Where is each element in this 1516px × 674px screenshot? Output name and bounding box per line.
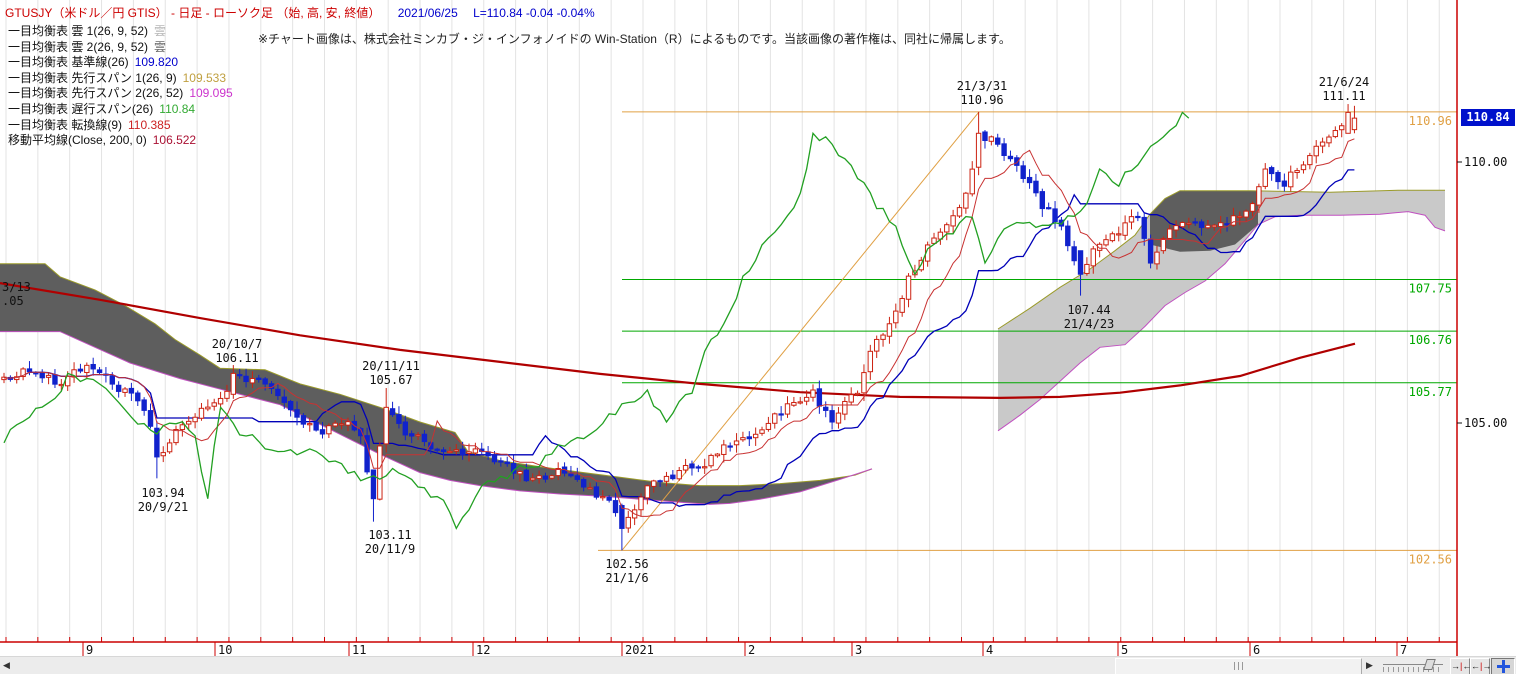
lagging-value: 110.84 [159,101,196,116]
orange-level-label: 102.56 [1409,552,1452,566]
ma200-value: 106.522 [152,133,197,148]
scrollbar-grip-icon [1233,662,1244,670]
expand-bars-button[interactable]: ←|→ [1470,658,1491,674]
y-axis-price-label: 105.00 [1464,416,1507,430]
legend-row-senkou1: 一目均衡表 先行スパン 1(26, 9) 109.533 [8,70,227,85]
chart-title: GTUSJY（米ドル／円 GTIS） - 日足 - ローソク足 （始, 高, 安… [5,6,381,20]
green-level-label: 105.77 [1409,385,1452,399]
last-quote: L=110.84 -0.04 -0.04% [473,6,595,20]
chart-annotation: 107.44 [1067,303,1110,317]
copyright-notice: ※チャート画像は、株式会社ミンカブ・ジ・インフォノイドの Win-Station… [258,32,1011,46]
chart-annotation: 21/1/6 [605,571,648,585]
chart-annotation: 20/11/9 [365,542,416,556]
orange-level-label: 110.96 [1409,114,1452,128]
x-axis-month-label: 5 [1121,643,1128,657]
tenkan-line [4,138,1355,517]
price-annotations: 21/3/31110.96 21/6/24111.11 107.4421/4/23 2… [2,75,1369,585]
legend-row-lagging: 一目均衡表 遅行スパン(26) 110.84 [8,101,196,116]
cloud1-swatch: 雲 [154,24,167,38]
x-axis-month-label: 2 [748,643,755,657]
compress-bars-button[interactable]: →|← [1450,658,1471,674]
legend-row-tenkan: 一目均衡表 転換線(9) 110.385 [8,117,171,132]
y-axis-price-label: 110.00 [1464,155,1507,169]
x-axis-month-label: 2021 [625,643,654,657]
x-axis-month-label: 9 [86,643,93,657]
chart-annotation: 111.11 [1322,89,1365,103]
chart-date: 2021/06/25 [397,6,458,20]
scrollbar-thumb[interactable] [1115,658,1362,674]
chart-annotation: 102.56 [605,557,648,571]
chart-annotation: 21/4/23 [1064,317,1115,331]
legend-row-kijun: 一目均衡表 基準線(26) 109.820 [8,55,179,70]
x-axis-month-label: 6 [1253,643,1260,657]
kijun-value: 109.820 [134,55,179,70]
chart-annotation: 21/3/31 [957,79,1008,93]
zoom-slider-ruler [1383,667,1443,672]
chart-annotation: 20/11/11 [362,359,420,373]
green-level-label: 106.76 [1409,333,1452,347]
cloud2-swatch: 雲 [154,39,167,54]
zoom-slider [1383,657,1445,674]
x-axis-month-label: 10 [218,643,232,657]
senkou1-value: 109.533 [182,70,227,85]
chart-annotation: 110.96 [960,93,1003,107]
x-axis-month-label: 4 [986,643,993,657]
legend-row-cloud1: 一目均衡表 雲 1(26, 9, 52) 雲 [8,24,167,38]
chart-annotation: 20/9/21 [138,500,189,514]
senkou2-value: 109.095 [189,86,233,101]
chart-annotation: 103.94 [141,486,184,500]
pan-cross-icon [1496,660,1510,673]
current-price-badge: 110.84 [1461,109,1515,126]
scroll-left-button[interactable]: ◀ [3,660,10,671]
chart-annotation: 3/13 [2,280,31,294]
legend-row-senkou2: 一目均衡表 先行スパン 2(26, 52) 109.095 [8,86,233,101]
legend-row-ma200: 移動平均線(Close, 200, 0) 106.522 [8,133,197,148]
chart-annotation: 105.67 [369,373,412,387]
indicator-legend: 一目均衡表 雲 1(26, 9, 52) 雲 一目均衡表 雲 2(26, 9, 5… [8,24,233,149]
chart-annotation: 20/10/7 [212,337,263,351]
chart-annotation: 103.11 [368,528,411,542]
legend-row-cloud2: 一目均衡表 雲 2(26, 9, 52) 雲 [8,39,167,54]
bottom-scrollbar: ◀ ▶ →|← ←|→ [0,656,1516,674]
chart-annotation: 21/6/24 [1319,75,1370,89]
x-axis-month-label: 11 [352,643,366,657]
x-axis-month-label: 12 [476,643,490,657]
green-level-label: 107.75 [1409,281,1452,295]
scroll-right-button[interactable]: ▶ [1366,660,1373,671]
chart-annotation: 106.11 [215,351,258,365]
tenkan-value: 110.385 [128,117,171,132]
pan-mode-button[interactable] [1491,658,1515,674]
candlestick-series [1,104,1358,551]
x-axis-month-label: 3 [855,643,862,657]
x-axis-month-label: 7 [1400,643,1407,657]
chart-annotation: .05 [2,294,24,308]
chart-window: 110.96 102.56 107.75 106.76 105.77 9 10 11 12 202… [0,0,1516,674]
chart-header: GTUSJY（米ドル／円 GTIS） - 日足 - ローソク足 （始, 高, 安… [5,4,595,21]
